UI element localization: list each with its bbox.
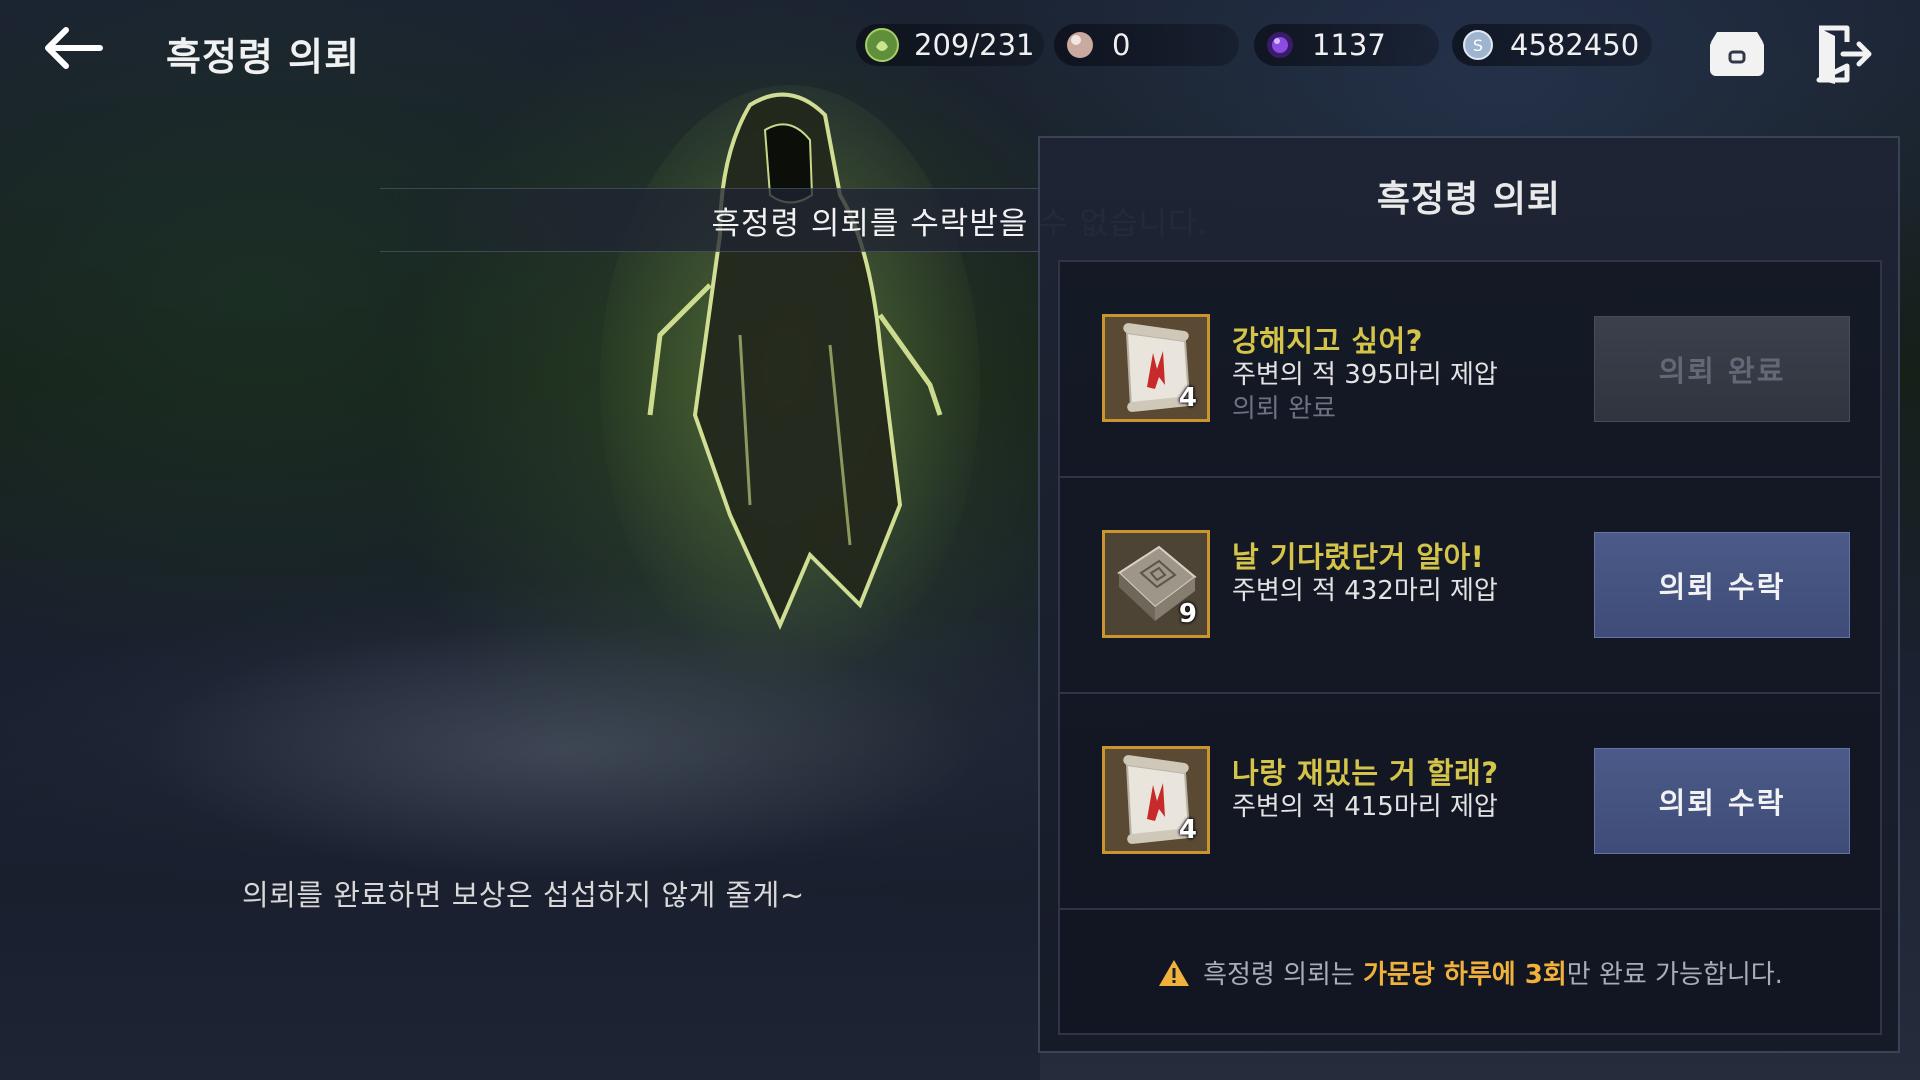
silver-coin-icon: S bbox=[1460, 27, 1496, 63]
silver-counter: S 4582450 bbox=[1452, 24, 1652, 66]
svg-text:S: S bbox=[1473, 36, 1483, 55]
storage-box-icon bbox=[1710, 32, 1764, 76]
storage-button[interactable] bbox=[1702, 22, 1772, 86]
quest-description: 주변의 적 395마리 제압 bbox=[1232, 360, 1498, 390]
reward-count: 4 bbox=[1178, 815, 1197, 845]
page-title: 흑정령 의뢰 bbox=[166, 35, 361, 79]
quest-row: 9 날 기다렸단거 알아! 주변의 적 432마리 제압 의뢰 수락 bbox=[1060, 478, 1880, 694]
reward-slot[interactable]: 9 bbox=[1102, 530, 1210, 638]
footer-text-suffix: 만 완료 가능합니다. bbox=[1566, 960, 1783, 990]
daily-limit-note: 흑정령 의뢰는 가문당 하루에 3회 만 완료 가능합니다. bbox=[1060, 910, 1880, 1035]
footer-text-prefix: 흑정령 의뢰는 bbox=[1203, 960, 1364, 990]
npc-dialog-text: 의뢰를 완료하면 보상은 섭섭하지 않게 줄게~ bbox=[242, 878, 805, 912]
quest-description: 주변의 적 432마리 제압 bbox=[1232, 576, 1498, 606]
top-bar: 흑정령 의뢰 209/231 0 1137 S 4582450 bbox=[0, 0, 1920, 100]
reward-slot[interactable]: 4 bbox=[1102, 314, 1210, 422]
back-button[interactable] bbox=[36, 20, 108, 76]
pearl-value: 0 bbox=[1112, 28, 1131, 62]
quest-list: 4 강해지고 싶어? 주변의 적 395마리 제압 의뢰 완료 의뢰 완료 9 … bbox=[1058, 260, 1882, 1035]
footer-text-highlight: 가문당 하루에 3회 bbox=[1363, 960, 1567, 990]
quest-description: 주변의 적 415마리 제압 bbox=[1232, 792, 1498, 822]
silver-value: 4582450 bbox=[1510, 28, 1640, 62]
complete-request-button[interactable]: 의뢰 완료 bbox=[1594, 316, 1850, 422]
gem-value: 1137 bbox=[1312, 28, 1386, 62]
exit-button[interactable] bbox=[1808, 22, 1878, 86]
pearl-counter: 0 bbox=[1054, 24, 1239, 66]
reward-count: 9 bbox=[1178, 599, 1197, 629]
exit-door-icon bbox=[1816, 25, 1872, 84]
quest-row: 4 나랑 재밌는 거 할래? 주변의 적 415마리 제압 의뢰 수락 bbox=[1060, 694, 1880, 910]
black-spirit-figure bbox=[600, 85, 980, 685]
request-panel: 흑정령 의뢰 4 강해지고 싶어? 주변의 적 395마리 제압 의뢰 완료 의… bbox=[1038, 136, 1900, 1053]
accept-request-button[interactable]: 의뢰 수락 bbox=[1594, 748, 1850, 854]
gem-counter: 1137 bbox=[1254, 24, 1439, 66]
panel-title: 흑정령 의뢰 bbox=[1376, 179, 1562, 220]
pearl-icon bbox=[1062, 27, 1098, 63]
accept-request-button[interactable]: 의뢰 수락 bbox=[1594, 532, 1850, 638]
black-gem-icon bbox=[1262, 27, 1298, 63]
warning-icon bbox=[1159, 959, 1190, 986]
reward-count: 4 bbox=[1178, 383, 1197, 413]
stamina-counter: 209/231 bbox=[856, 24, 1044, 66]
stamina-value: 209/231 bbox=[914, 28, 1035, 62]
quest-row: 4 강해지고 싶어? 주변의 적 395마리 제압 의뢰 완료 의뢰 완료 bbox=[1060, 262, 1880, 478]
energy-icon bbox=[864, 27, 900, 63]
reward-slot[interactable]: 4 bbox=[1102, 746, 1210, 854]
back-arrow-icon bbox=[45, 27, 103, 69]
quest-status: 의뢰 완료 bbox=[1232, 394, 1336, 424]
